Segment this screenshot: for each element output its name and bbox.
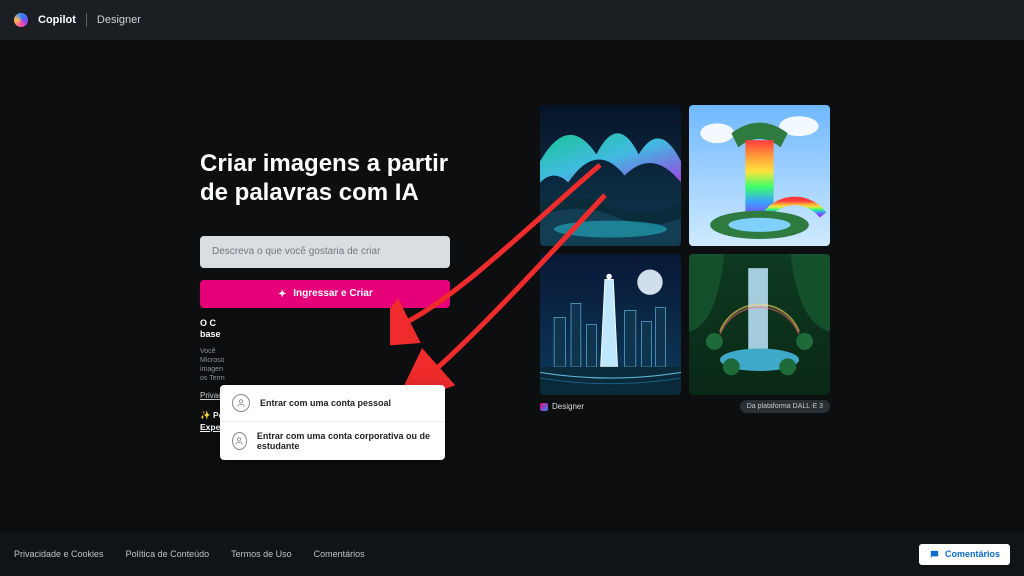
designer-badge-icon: [540, 403, 548, 411]
footer-link-content-policy[interactable]: Política de Conteúdo: [126, 549, 210, 559]
copilot-logo-icon: [14, 13, 28, 27]
gallery-footer: Designer Da plataforma DALL·E 3: [540, 400, 830, 413]
designer-badge-label: Designer: [552, 402, 584, 411]
signin-menu: Entrar com uma conta pessoal Entrar com …: [220, 385, 445, 460]
header-divider: [86, 13, 87, 27]
signin-personal[interactable]: Entrar com uma conta pessoal: [220, 385, 445, 421]
comments-button-label: Comentários: [945, 549, 1000, 559]
example-tile-jungle-waterfall[interactable]: [689, 254, 830, 395]
footer-link-privacy[interactable]: Privacidade e Cookies: [14, 549, 104, 559]
signin-work-school[interactable]: Entrar com uma conta corporativa ou de e…: [220, 421, 445, 460]
brand-label: Copilot: [38, 14, 76, 26]
example-tile-futuristic-city[interactable]: [540, 254, 681, 395]
prompt-placeholder: Descreva o que você gostaria de criar: [212, 246, 380, 257]
hero-column: Criar imagens a partir de palavras com I…: [200, 150, 450, 492]
person-icon: [232, 432, 247, 450]
hero-headline: Criar imagens a partir de palavras com I…: [200, 150, 450, 208]
example-tile-waterfall-rainbow[interactable]: [689, 105, 830, 246]
platform-pill: Da plataforma DALL·E 3: [740, 400, 830, 413]
person-icon: [232, 394, 250, 412]
join-and-create-button[interactable]: Ingressar e Criar: [200, 280, 450, 308]
signin-work-label: Entrar com uma conta corporativa ou de e…: [257, 431, 433, 451]
designer-badge: Designer: [540, 402, 584, 411]
sparkle-emoji-icon: ✨: [200, 410, 211, 420]
cta-label: Ingressar e Criar: [293, 288, 373, 299]
hero-fineprint: Você Microso imagen os Term: [200, 347, 245, 383]
prompt-input[interactable]: Descreva o que você gostaria de criar: [200, 236, 450, 268]
footer-link-comments[interactable]: Comentários: [314, 549, 365, 559]
sparkle-icon: [277, 289, 287, 299]
hero-microcopy: O C base: [200, 318, 450, 341]
signin-personal-label: Entrar com uma conta pessoal: [260, 398, 391, 408]
footer-link-terms[interactable]: Termos de Uso: [231, 549, 292, 559]
subbrand-label: Designer: [97, 14, 141, 26]
app-footer: Privacidade e Cookies Política de Conteú…: [0, 532, 1024, 576]
app-header: Copilot Designer: [0, 0, 1024, 40]
comment-icon: [929, 549, 940, 560]
example-gallery: [540, 105, 830, 395]
comments-button[interactable]: Comentários: [919, 544, 1010, 565]
example-tile-aurora[interactable]: [540, 105, 681, 246]
main-stage: Criar imagens a partir de palavras com I…: [0, 40, 1024, 532]
